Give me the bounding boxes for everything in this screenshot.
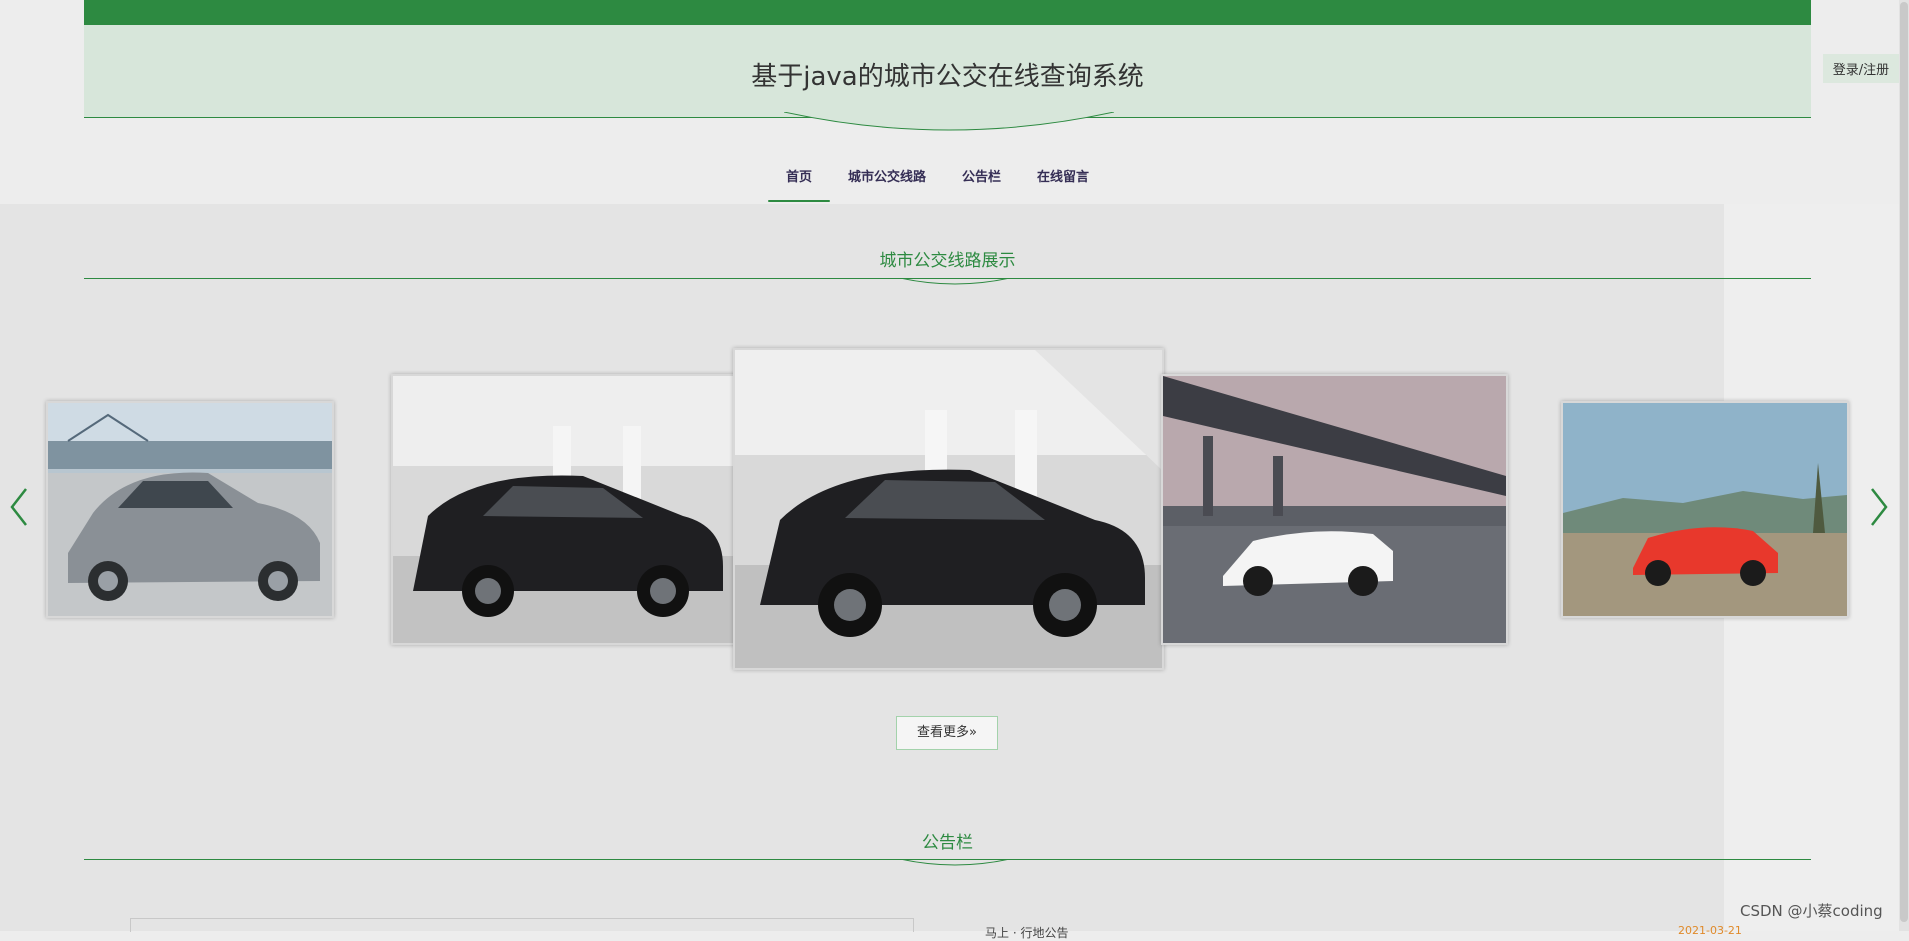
scrollbar-thumb[interactable]	[1900, 2, 1908, 922]
site-title: 基于java的城市公交在线查询系统	[751, 62, 1144, 92]
route-card-2[interactable]	[391, 374, 738, 645]
nav-item-home[interactable]: 首页	[768, 160, 831, 202]
carousel-next-icon[interactable]	[1864, 485, 1894, 529]
white-sports-car-image	[1163, 376, 1506, 643]
nav-item-messages[interactable]: 在线留言	[1019, 160, 1107, 200]
black-suv-showroom-image	[735, 350, 1162, 668]
notice-divider-curve	[900, 859, 1010, 866]
route-card-4[interactable]	[1161, 374, 1508, 645]
nav-item-notices[interactable]: 公告栏	[944, 160, 1019, 200]
routes-section-title: 城市公交线路展示	[879, 251, 1016, 271]
main-nav: 首页 城市公交线路 公告栏 在线留言	[768, 160, 1107, 206]
page-scrollbar[interactable]	[1899, 0, 1909, 931]
routes-divider-curve	[900, 278, 1010, 285]
nav-item-bus-routes[interactable]: 城市公交线路	[830, 160, 944, 200]
login-register-button[interactable]: 登录/注册	[1823, 54, 1899, 83]
header-curve-decoration	[784, 112, 1114, 131]
top-accent-bar	[84, 0, 1811, 25]
view-more-label: 查看更多	[917, 725, 970, 740]
notice-list-item[interactable]: 马上 · 行地公告	[985, 924, 1068, 941]
black-suv-showroom-image	[393, 376, 736, 643]
notice-section-title: 公告栏	[922, 833, 973, 853]
double-chevron-right-icon: »	[969, 725, 977, 740]
view-more-button[interactable]: 查看更多»	[896, 716, 998, 750]
carousel-prev-icon[interactable]	[4, 485, 34, 529]
route-card-5[interactable]	[1561, 401, 1849, 618]
csdn-watermark: CSDN @小蔡coding	[1740, 902, 1883, 920]
route-card-3[interactable]	[733, 348, 1164, 670]
silver-sedan-image	[48, 403, 332, 616]
notice-image-placeholder	[130, 918, 914, 932]
route-card-1[interactable]	[46, 401, 334, 618]
red-sports-car-image	[1563, 403, 1847, 616]
